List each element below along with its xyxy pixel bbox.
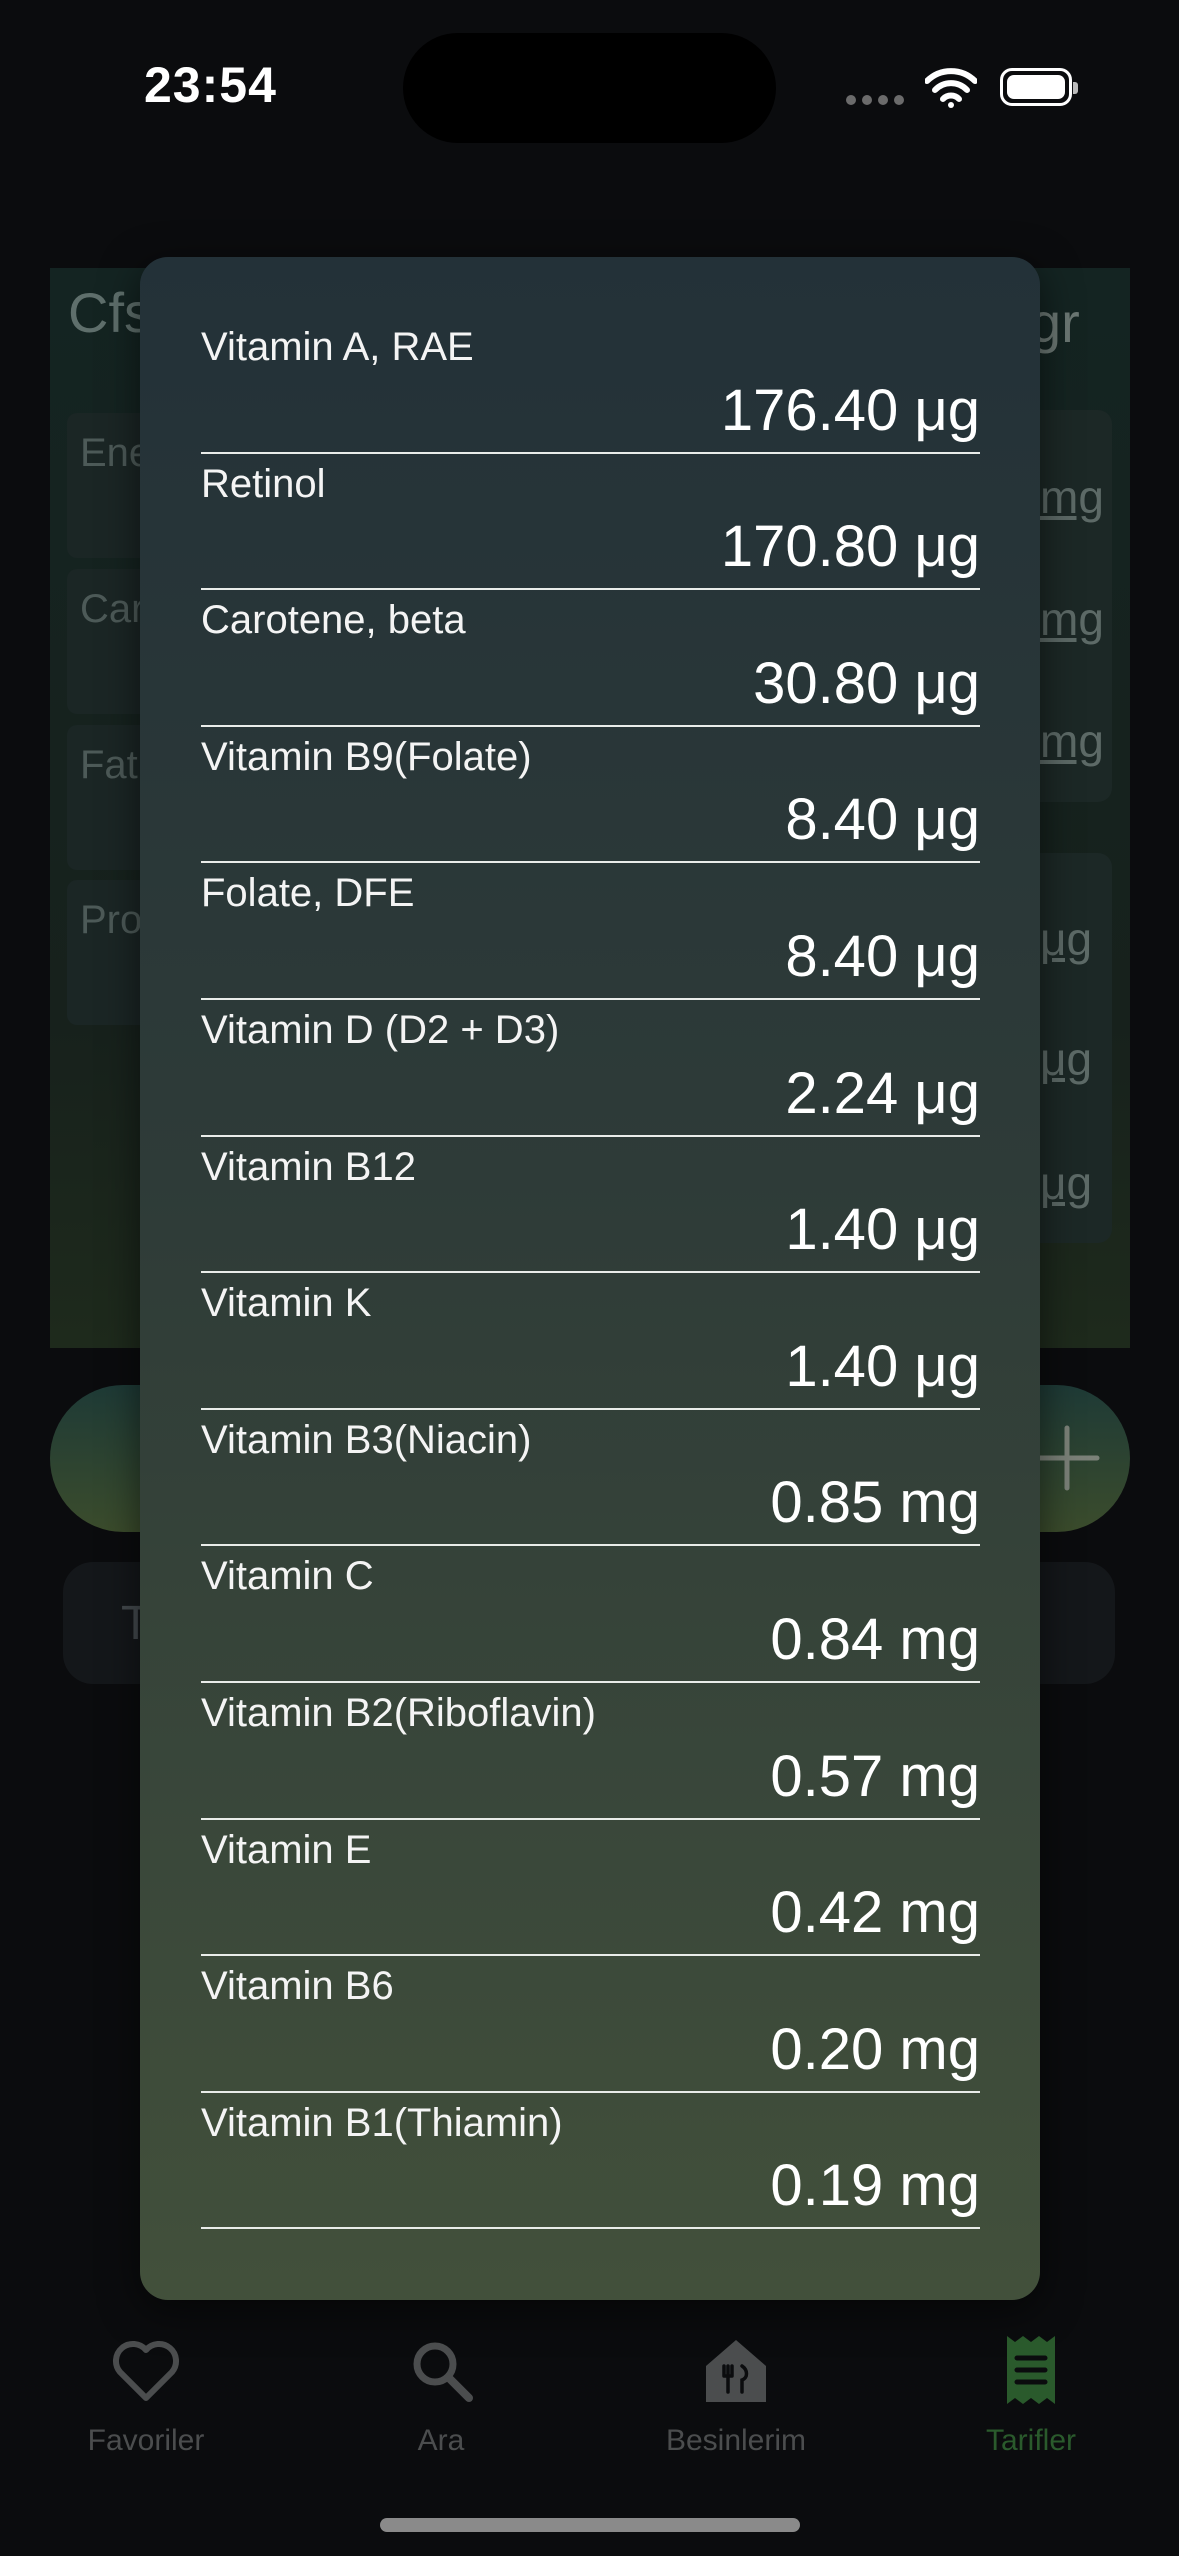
vitamin-amount: 1.40 μg — [785, 1333, 980, 1399]
vitamin-name: Vitamin B2(Riboflavin) — [201, 1690, 596, 1735]
list-item: Vitamin B1(Thiamin) 0.19 mg — [201, 2093, 980, 2230]
tab-label: Besinlerim — [665, 2424, 807, 2457]
vitamin-name: Vitamin C — [201, 1554, 374, 1599]
vitamin-amount: 30.80 μg — [753, 650, 980, 716]
list-item: Vitamin B6 0.20 mg — [201, 1956, 980, 2093]
vitamin-amount: 0.42 mg — [770, 1880, 980, 1946]
tab-favoriler[interactable]: Favoriler — [46, 2330, 246, 2458]
list-item: Vitamin B2(Riboflavin) 0.57 mg — [201, 1683, 980, 1820]
tab-tarifler[interactable]: Tarifler — [931, 2330, 1131, 2458]
list-item: Vitamin B12 1.40 μg — [201, 1137, 980, 1274]
vitamin-amount: 8.40 μg — [785, 787, 980, 853]
background-value: mg — [1040, 471, 1104, 523]
tab-besinlerim[interactable]: Besinlerim — [636, 2330, 836, 2458]
vitamin-name: Vitamin E — [201, 1827, 372, 1872]
background-value: μg — [1040, 1033, 1093, 1085]
list-item: Vitamin D (D2 + D3) 2.24 μg — [201, 1000, 980, 1137]
list-item: Vitamin K 1.40 μg — [201, 1273, 980, 1410]
list-item: Vitamin E 0.42 mg — [201, 1820, 980, 1957]
vitamin-amount: 1.40 μg — [785, 1197, 980, 1263]
vitamin-amount: 176.40 μg — [720, 377, 980, 443]
list-item: Vitamin C 0.84 mg — [201, 1546, 980, 1683]
list-item: Vitamin B9(Folate) 8.40 μg — [201, 727, 980, 864]
vitamin-name: Vitamin B1(Thiamin) — [201, 2100, 563, 2145]
vitamin-name: Vitamin A, RAE — [201, 325, 474, 369]
vitamin-name: Retinol — [201, 461, 326, 506]
receipt-icon — [1007, 2336, 1055, 2404]
list-item: Vitamin B3(Niacin) 0.85 mg — [201, 1410, 980, 1547]
status-time: 23:54 — [144, 57, 277, 113]
vitamin-amount: 0.20 mg — [770, 2016, 980, 2082]
tab-ara[interactable]: Ara — [341, 2330, 541, 2458]
vitamin-amount: 0.85 mg — [770, 1470, 980, 1536]
vitamin-amount: 0.19 mg — [770, 2153, 980, 2219]
vitamin-amount: 8.40 μg — [785, 923, 980, 989]
heart-icon — [113, 2341, 179, 2401]
vitamin-amount: 170.80 μg — [720, 514, 980, 580]
food-house-icon — [706, 2340, 766, 2402]
background-value: mg — [1040, 715, 1104, 767]
background-value: μg — [1040, 1157, 1093, 1209]
vitamin-list: Vitamin A, RAE 176.40 μg Retinol 170.80 μg… — [201, 317, 980, 2230]
vitamin-name: Folate, DFE — [201, 871, 415, 916]
cellular-signal-icon — [846, 95, 904, 105]
background-value: μg — [1040, 913, 1093, 965]
search-icon — [413, 2342, 473, 2402]
wifi-icon — [925, 68, 977, 108]
list-item: Carotene, beta 30.80 μg — [201, 590, 980, 727]
vitamin-name: Vitamin D (D2 + D3) — [201, 1007, 560, 1052]
background-value: mg — [1040, 593, 1104, 645]
vitamin-name: Vitamin B12 — [201, 1144, 416, 1189]
vitamin-name: Vitamin B3(Niacin) — [201, 1417, 532, 1462]
battery-icon — [1000, 68, 1078, 106]
vitamin-amount: 2.24 μg — [785, 1060, 980, 1126]
dynamic-island — [403, 33, 776, 143]
tab-label: Favoriler — [87, 2424, 205, 2457]
vitamin-name: Vitamin K — [201, 1281, 372, 1326]
vitamin-name: Vitamin B9(Folate) — [201, 734, 532, 779]
home-indicator[interactable] — [380, 2518, 800, 2532]
tab-label: Tarifler — [985, 2424, 1076, 2457]
list-item: Vitamin A, RAE 176.40 μg — [201, 317, 980, 454]
list-item: Retinol 170.80 μg — [201, 454, 980, 591]
vitamin-amount: 0.57 mg — [770, 1743, 980, 1809]
list-item: Folate, DFE 8.40 μg — [201, 863, 980, 1000]
vitamin-name: Carotene, beta — [201, 598, 466, 643]
vitamin-name: Vitamin B6 — [201, 1964, 394, 2009]
tab-label: Ara — [417, 2424, 465, 2457]
vitamins-modal[interactable]: Vitamin A, RAE 176.40 μg Retinol 170.80 μg… — [140, 257, 1040, 2300]
vitamin-amount: 0.84 mg — [770, 1606, 980, 1672]
